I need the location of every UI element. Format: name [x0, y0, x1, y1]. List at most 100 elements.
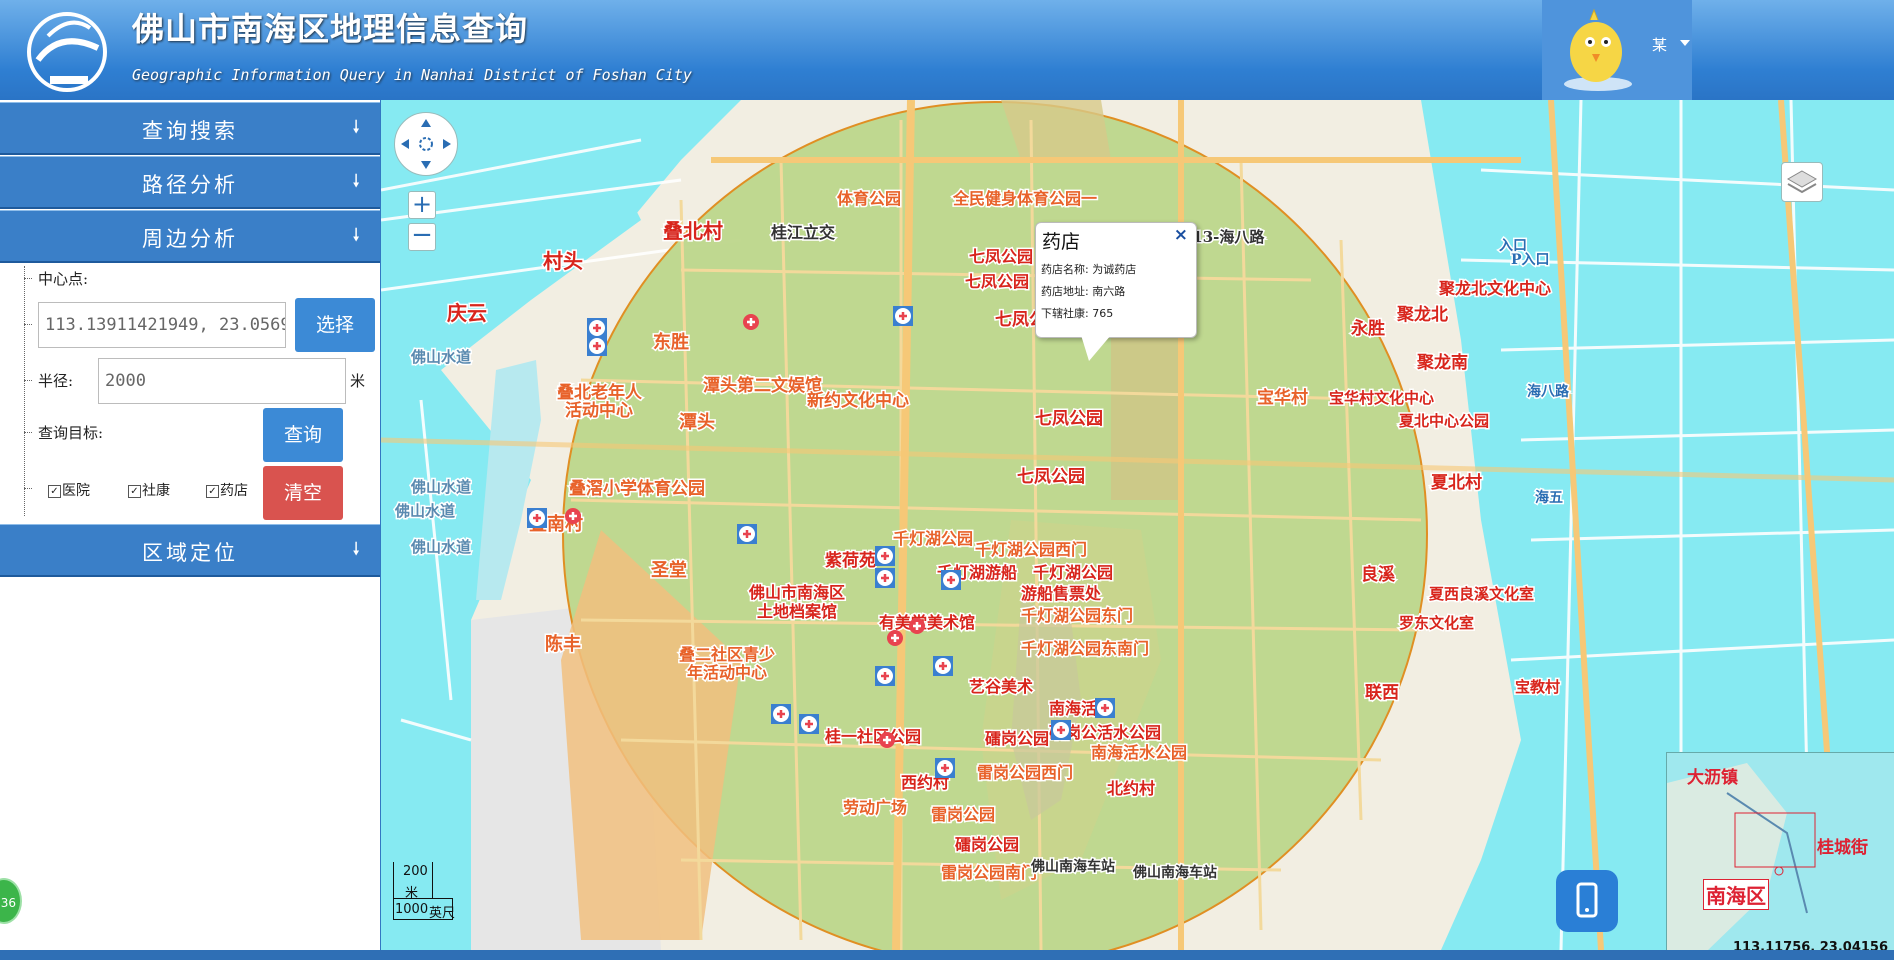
map-place-label: 七凤公园 — [1017, 467, 1085, 487]
pharmacy-marker-icon[interactable] — [799, 714, 819, 734]
pharmacy-marker-icon[interactable] — [587, 318, 607, 338]
map-place-label: 潭头 — [679, 412, 715, 433]
center-point-label: 中心点: — [38, 270, 89, 288]
compass-icon[interactable] — [395, 113, 457, 175]
map-place-label: 叠北老年人 — [557, 382, 643, 403]
foshan-logo — [27, 12, 107, 92]
user-avatar[interactable] — [1550, 4, 1642, 92]
pharmacy-marker-icon[interactable] — [893, 306, 913, 326]
map-place-label: 千灯湖公园西门 — [975, 540, 1087, 559]
select-button[interactable]: 选择 — [295, 298, 375, 352]
hospital-marker-icon[interactable] — [879, 732, 895, 748]
overview-map[interactable]: 大沥镇 桂城街 南海区 — [1666, 752, 1894, 950]
mobile-view-button[interactable] — [1556, 870, 1618, 932]
map-place-label: 圣堂 — [650, 559, 687, 581]
accordion-query-search[interactable]: 查询搜索 🠗 — [0, 102, 380, 155]
coordinate-readout: 113.11756, 23.04156 — [1733, 940, 1889, 950]
layers-icon[interactable] — [1782, 163, 1822, 201]
pharmacy-marker-icon[interactable] — [875, 666, 895, 686]
map-place-label: 佛山南海车站 — [1030, 858, 1115, 875]
pharmacy-marker-icon[interactable] — [875, 568, 895, 588]
radius-label: 半径: — [38, 372, 74, 390]
checkbox-label: 药店 — [220, 483, 248, 499]
map-place-label: 聚龙南 — [1416, 352, 1468, 373]
checkbox-label: 医院 — [62, 483, 90, 499]
map-place-label: 活动中心 — [565, 400, 633, 421]
center-point-input[interactable]: 113.13911421949, 23.05699 — [38, 302, 286, 348]
pharmacy-marker-icon[interactable] — [771, 704, 791, 724]
sidebar: 查询搜索 🠗 路径分析 🠗 周边分析 🠗 中心点: 113.1391142194… — [0, 100, 381, 950]
checkbox-icon[interactable]: ✓ — [48, 484, 61, 498]
map-place-label: 佛山南海车站 — [1132, 864, 1217, 881]
checkbox-icon[interactable]: ✓ — [128, 484, 141, 498]
map-place-label: 聚龙北 — [1396, 304, 1448, 325]
accordion-route-analysis[interactable]: 路径分析 🠗 — [0, 156, 380, 209]
map-place-label: 海八路 — [1527, 383, 1570, 400]
map-place-label: 叠北村 — [663, 219, 723, 243]
accordion-surrounding-analysis[interactable]: 周边分析 🠗 — [0, 210, 380, 263]
map-place-label: 海五 — [1535, 489, 1563, 506]
arrow-down-icon: 🠗 — [352, 225, 360, 246]
tree-tick — [24, 380, 32, 382]
pharmacy-marker-icon[interactable] — [935, 758, 955, 778]
pharmacy-marker-icon[interactable] — [875, 546, 895, 566]
popup-pointer — [1081, 335, 1111, 361]
checkbox-health-center[interactable]: ✓ 社康 — [128, 480, 170, 500]
hospital-marker-icon[interactable] — [565, 508, 581, 524]
map-place-label: 潭头第二文娱馆 — [703, 375, 822, 396]
pharmacy-marker-icon[interactable] — [1051, 720, 1071, 740]
map-place-label: 雷岗公园南门 — [941, 863, 1037, 882]
map-place-label: 千灯湖公园东南门 — [1021, 639, 1149, 658]
overview-label: 桂城街 — [1817, 838, 1868, 858]
map-place-label: 雷岗公园 — [931, 805, 995, 824]
pharmacy-marker-icon[interactable] — [933, 656, 953, 676]
map-place-label: 桂一社区公园 — [824, 727, 921, 746]
checkbox-icon[interactable]: ✓ — [206, 484, 219, 498]
checkbox-pharmacy[interactable]: ✓ 药店 — [206, 480, 248, 500]
map-place-label: 新约文化中心 — [807, 390, 909, 411]
clear-button[interactable]: 清空 — [263, 466, 343, 520]
info-popup: 药店 × 药店名称: 为诚药店 药店地址: 南六路 下辖社康: 765 — [1035, 222, 1197, 338]
hospital-marker-icon[interactable] — [887, 630, 903, 646]
username[interactable]: 某 — [1652, 34, 1667, 55]
scale-bottom-unit: 英尺 — [429, 906, 456, 921]
overview-label: 大沥镇 — [1687, 768, 1738, 788]
pharmacy-marker-icon[interactable] — [1095, 698, 1115, 718]
tree-tick — [24, 488, 32, 490]
pharmacy-marker-icon[interactable] — [941, 570, 961, 590]
map-place-label: 夏北村 — [1431, 472, 1482, 493]
hospital-marker-icon[interactable] — [909, 618, 925, 634]
map-place-label: 叠二社区青少 — [679, 645, 775, 664]
zoom-in-button[interactable]: + — [408, 191, 436, 219]
pharmacy-marker-icon[interactable] — [587, 336, 607, 356]
map-place-label: 宝教村 — [1515, 678, 1560, 696]
map-place-label: 土地档案馆 — [757, 602, 837, 621]
close-icon[interactable]: × — [1174, 225, 1188, 245]
layers-button[interactable] — [1781, 162, 1823, 202]
pharmacy-marker-icon[interactable] — [737, 524, 757, 544]
map-place-label: 夏西良溪文化室 — [1428, 585, 1534, 603]
checkbox-hospital[interactable]: ✓ 医院 — [48, 480, 90, 500]
pharmacy-marker-icon[interactable] — [527, 508, 547, 528]
footer — [0, 950, 1894, 960]
map-place-label: 七凤公园 — [1035, 409, 1103, 429]
map-place-label: 宝华村文化中心 — [1329, 389, 1434, 407]
arrow-down-icon: 🠗 — [352, 171, 360, 192]
zoom-out-button[interactable]: − — [408, 222, 436, 251]
radius-unit: 米 — [350, 372, 366, 390]
map-view[interactable]: 叠北村 村头 庆云 东胜 潭头第二文娱馆 新约文化中心 叠北老年人 活动中心 潭头 叠滘小学体育公… — [381, 100, 1894, 950]
map-place-label: 艺谷美术 — [969, 677, 1033, 696]
query-button[interactable]: 查询 — [263, 408, 343, 462]
map-place-label: 七凤公园 — [969, 247, 1033, 266]
page-title: 佛山市南海区地理信息查询 — [132, 10, 529, 48]
side-badge[interactable]: 36 — [0, 878, 22, 924]
map-place-label: 叠滘小学体育公园 — [569, 478, 705, 499]
pan-control[interactable] — [394, 112, 458, 176]
map-place-label: 千灯湖公园东门 — [1021, 606, 1133, 625]
accordion-label: 区域定位 — [142, 541, 238, 565]
radius-input[interactable]: 2000 — [98, 358, 346, 404]
accordion-region-locate[interactable]: 区域定位 🠗 — [0, 524, 380, 577]
hospital-marker-icon[interactable] — [743, 314, 759, 330]
chevron-down-icon[interactable] — [1680, 40, 1690, 46]
map-place-label: 庆云 — [447, 301, 487, 325]
